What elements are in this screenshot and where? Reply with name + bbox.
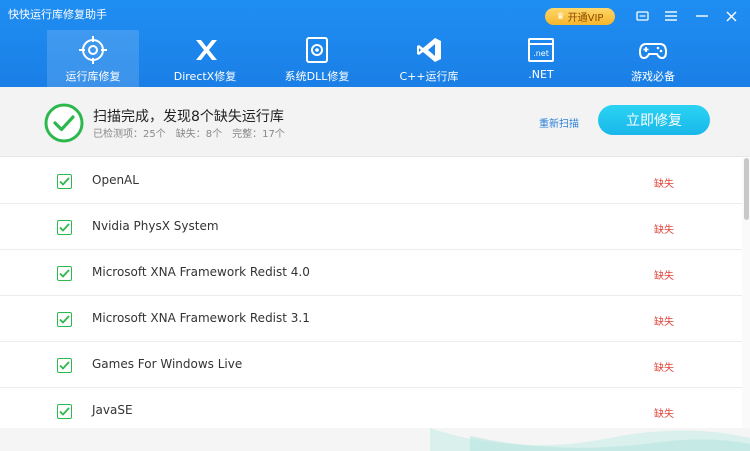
dotnet-icon: .net	[525, 34, 557, 66]
tab-system-dll-repair[interactable]: 系统DLL修复	[271, 30, 363, 87]
gamepad-icon	[637, 34, 669, 66]
svg-text:.net: .net	[533, 49, 549, 58]
item-checkbox[interactable]	[57, 220, 72, 235]
item-status: 缺失	[654, 363, 674, 374]
minimize-icon[interactable]	[691, 6, 713, 26]
directx-icon	[189, 34, 221, 66]
footer-decoration	[0, 428, 750, 451]
scan-summary: 扫描完成，发现8个缺失运行库 已检测项：25个 缺失：8个 完整：17个 重新扫…	[0, 87, 750, 157]
list-item[interactable]: OpenAL 缺失	[0, 158, 742, 204]
close-icon[interactable]	[720, 6, 742, 26]
item-status: 缺失	[654, 271, 674, 282]
item-checkbox[interactable]	[57, 404, 72, 419]
item-name: OpenAL	[92, 173, 139, 187]
window-title: 快快运行库修复助手	[8, 8, 107, 21]
wave-decoration	[430, 428, 750, 451]
list-item[interactable]: Microsoft XNA Framework Redist 3.1 缺失	[0, 296, 742, 342]
list-item[interactable]: Microsoft XNA Framework Redist 4.0 缺失	[0, 250, 742, 296]
item-name: Nvidia PhysX System	[92, 219, 219, 233]
tab-label: .NET	[528, 68, 554, 81]
tab-runtime-repair[interactable]: 运行库修复	[47, 30, 139, 87]
vip-label: 开通VIP	[567, 13, 604, 24]
menu-icon[interactable]	[660, 6, 682, 26]
item-name: JavaSE	[92, 403, 133, 417]
tab-label: 游戏必备	[631, 70, 675, 83]
item-checkbox[interactable]	[57, 312, 72, 327]
item-checkbox[interactable]	[57, 358, 72, 373]
vip-button[interactable]: ♛ 开通VIP	[545, 8, 615, 25]
success-check-icon	[44, 103, 84, 143]
list-item[interactable]: Games For Windows Live 缺失	[0, 342, 742, 388]
item-name: Microsoft XNA Framework Redist 3.1	[92, 311, 310, 325]
list-item[interactable]: Nvidia PhysX System 缺失	[0, 204, 742, 250]
crown-icon: ♛	[556, 11, 565, 22]
tab-game-essentials[interactable]: 游戏必备	[607, 30, 699, 87]
complete-count: 完整：17个	[232, 129, 285, 140]
scrollbar-thumb[interactable]	[744, 158, 749, 220]
tab-label: 运行库修复	[65, 70, 121, 83]
target-icon	[77, 34, 109, 66]
missing-count: 缺失：8个	[175, 129, 223, 140]
main-nav: 运行库修复 DirectX修复 系统DLL修复 C++运行库 .net .NET	[47, 30, 719, 87]
app-header: 快快运行库修复助手 ♛ 开通VIP 运行库修复 DirectX修复 系统DLL修…	[0, 0, 750, 87]
scan-result-title: 扫描完成，发现8个缺失运行库	[93, 109, 284, 125]
tab-dotnet[interactable]: .net .NET	[495, 30, 587, 87]
tab-label: 系统DLL修复	[284, 70, 350, 83]
item-status: 缺失	[654, 225, 674, 236]
tab-directx-repair[interactable]: DirectX修复	[159, 30, 251, 87]
detected-count: 已检测项：25个	[93, 129, 166, 140]
item-name: Games For Windows Live	[92, 357, 243, 371]
tab-label: C++运行库	[399, 70, 459, 83]
rescan-link[interactable]: 重新扫描	[539, 115, 579, 130]
fix-now-button[interactable]: 立即修复	[598, 105, 710, 135]
item-checkbox[interactable]	[57, 174, 72, 189]
item-status: 缺失	[654, 409, 674, 420]
item-status: 缺失	[654, 179, 674, 190]
visual-studio-icon	[413, 34, 445, 66]
runtime-list: OpenAL 缺失 Nvidia PhysX System 缺失 Microso…	[0, 158, 742, 434]
item-status: 缺失	[654, 317, 674, 328]
item-name: Microsoft XNA Framework Redist 4.0	[92, 265, 310, 279]
scan-stats: 已检测项：25个 缺失：8个 完整：17个	[93, 125, 285, 140]
tab-cpp-runtime[interactable]: C++运行库	[383, 30, 475, 87]
chat-icon[interactable]	[631, 6, 653, 26]
tab-label: DirectX修复	[173, 70, 237, 83]
item-checkbox[interactable]	[57, 266, 72, 281]
dll-gear-icon	[301, 34, 333, 66]
